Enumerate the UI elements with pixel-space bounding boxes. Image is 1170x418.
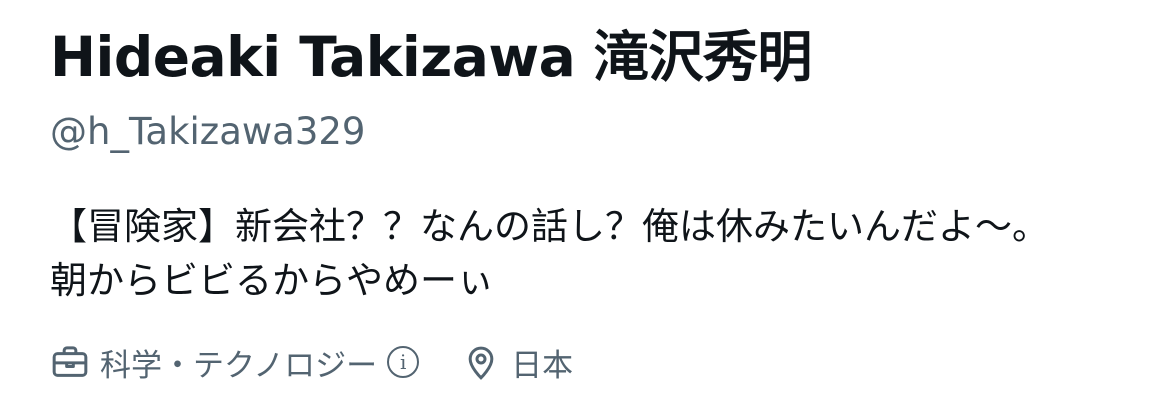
- profile-header: Hideaki Takizawa 滝沢秀明 @h_Takizawa329 【冒険…: [50, 0, 1150, 418]
- username-handle[interactable]: @h_Takizawa329: [50, 110, 365, 154]
- bio-line-1: 【冒険家】新会社？？なんの話し？俺は休みたいんだよ〜。: [50, 205, 1049, 248]
- profile-category: 科学・テクノロジー i: [50, 340, 420, 385]
- location-pin-icon: [461, 342, 501, 382]
- location-label: 日本: [511, 347, 574, 384]
- profile-bio: 【冒険家】新会社？？なんの話し？俺は休みたいんだよ〜。 朝からビビるからやめーぃ: [50, 200, 1150, 308]
- briefcase-icon: [50, 342, 90, 382]
- profile-location: 日本: [461, 340, 573, 385]
- profile-meta: 科学・テクノロジー i 日本: [50, 340, 573, 384]
- display-name: Hideaki Takizawa 滝沢秀明: [50, 25, 812, 89]
- category-label: 科学・テクノロジー: [100, 347, 378, 384]
- bio-line-2: 朝からビビるからやめーぃ: [50, 259, 494, 302]
- info-icon[interactable]: i: [387, 346, 420, 378]
